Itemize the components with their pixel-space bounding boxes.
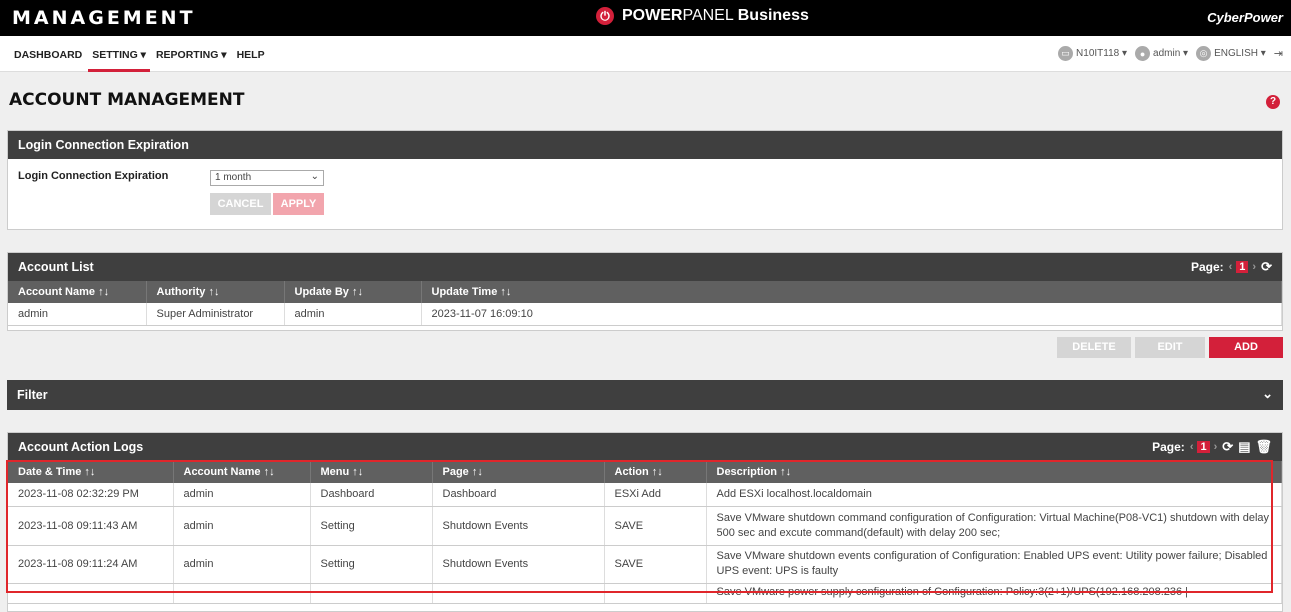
user-icon: ● (1135, 46, 1151, 61)
brand-logo: ⏻ POWER PANEL Business (596, 7, 809, 25)
delete-button[interactable]: DELETE (1057, 337, 1131, 358)
next-page-icon[interactable]: › (1214, 441, 1218, 453)
refresh-icon[interactable]: ⟳ (1222, 439, 1233, 455)
pager: Page: ‹ 1 › ⟳ ▤ 🗑 (1152, 439, 1272, 455)
save-icon[interactable]: ▤ (1238, 439, 1250, 455)
col-description[interactable]: Description ↑↓ (706, 461, 1282, 483)
table-row[interactable]: admin Super Administrator admin 2023-11-… (8, 303, 1282, 326)
menu-help[interactable]: HELP (233, 36, 269, 72)
nav-right: ▭ N10IT118 ▾ ● admin ▾ ◎ ENGLISH ▾ ⇥ (1050, 46, 1283, 61)
main-menu: DASHBOARD SETTING ▾ REPORTING ▾ HELP (10, 36, 271, 72)
edit-button[interactable]: EDIT (1135, 337, 1205, 358)
col-menu[interactable]: Menu ↑↓ (310, 461, 433, 483)
col-action[interactable]: Action ↑↓ (604, 461, 707, 483)
trash-icon[interactable]: 🗑 (1255, 439, 1272, 455)
prev-page-icon[interactable]: ‹ (1190, 441, 1194, 453)
vendor-logo: CyberPower (1207, 10, 1283, 25)
server-icon: ▭ (1058, 46, 1074, 61)
next-page-icon[interactable]: › (1252, 261, 1256, 273)
add-button[interactable]: ADD (1209, 337, 1283, 358)
menu-reporting[interactable]: REPORTING ▾ (152, 36, 231, 72)
page-number[interactable]: 1 (1197, 441, 1210, 453)
col-page[interactable]: Page ↑↓ (432, 461, 605, 483)
chevron-down-icon[interactable]: ⌄ (1262, 386, 1273, 402)
user-dropdown[interactable]: ● admin ▾ (1135, 46, 1188, 61)
col-date-time[interactable]: Date & Time ↑↓ (8, 461, 174, 483)
prev-page-icon[interactable]: ‹ (1229, 261, 1233, 273)
filter-panel[interactable]: Filter ⌄ (7, 380, 1283, 410)
account-list-panel: Account List Page: ‹ 1 › ⟳ Account Name … (7, 252, 1283, 331)
apply-button[interactable]: APPLY (273, 193, 324, 215)
expiration-label: Login Connection Expiration (18, 170, 169, 182)
table-row[interactable]: Save VMware power supply configuration o… (8, 583, 1282, 604)
panel-header: Login Connection Expiration (8, 131, 1282, 159)
col-update-by[interactable]: Update By ↑↓ (284, 281, 422, 303)
table-row[interactable]: 2023-11-08 02:32:29 PM admin Dashboard D… (8, 483, 1282, 507)
panel-header: Filter ⌄ (7, 380, 1283, 410)
power-icon: ⏻ (596, 7, 614, 25)
table-row[interactable]: 2023-11-08 09:11:24 AM admin Setting Shu… (8, 545, 1282, 584)
table-header-row: Date & Time ↑↓ Account Name ↑↓ Menu ↑↓ P… (8, 461, 1282, 483)
help-icon[interactable]: ? (1266, 95, 1280, 109)
table-header-row: Account Name ↑↓ Authority ↑↓ Update By ↑… (8, 281, 1282, 303)
globe-icon: ◎ (1196, 46, 1212, 61)
refresh-icon[interactable]: ⟳ (1261, 259, 1272, 275)
cancel-button[interactable]: CANCEL (210, 193, 271, 215)
panel-header: Account List Page: ‹ 1 › ⟳ (8, 253, 1282, 281)
expiration-select[interactable]: 1 month ⌄ (210, 170, 324, 186)
col-account-name[interactable]: Account Name ↑↓ (173, 461, 311, 483)
top-bar: MANAGEMENT ⏻ POWER PANEL Business CyberPow… (0, 0, 1291, 36)
page-number[interactable]: 1 (1236, 261, 1249, 273)
page-title: ACCOUNT MANAGEMENT (9, 90, 245, 110)
action-logs-panel: Account Action Logs Page: ‹ 1 › ⟳ ▤ 🗑 Da… (7, 432, 1283, 612)
col-update-time[interactable]: Update Time ↑↓ (421, 281, 1282, 303)
account-table: Account Name ↑↓ Authority ↑↓ Update By ↑… (8, 281, 1282, 326)
logout-icon[interactable]: ⇥ (1274, 47, 1283, 60)
col-authority[interactable]: Authority ↑↓ (146, 281, 285, 303)
host-dropdown[interactable]: ▭ N10IT118 ▾ (1058, 46, 1127, 61)
app-title: MANAGEMENT (12, 7, 196, 29)
chevron-down-icon: ⌄ (310, 171, 319, 182)
menu-dashboard[interactable]: DASHBOARD (10, 36, 86, 72)
language-dropdown[interactable]: ◎ ENGLISH ▾ (1196, 46, 1266, 61)
pager: Page: ‹ 1 › ⟳ (1190, 259, 1272, 275)
logs-table: Date & Time ↑↓ Account Name ↑↓ Menu ↑↓ P… (8, 461, 1282, 604)
panel-header: Account Action Logs Page: ‹ 1 › ⟳ ▤ 🗑 (8, 433, 1282, 461)
menu-setting[interactable]: SETTING ▾ (88, 36, 150, 72)
col-account-name[interactable]: Account Name ↑↓ (8, 281, 147, 303)
login-expiration-panel: Login Connection Expiration Login Connec… (7, 130, 1283, 230)
table-row[interactable]: 2023-11-08 09:11:43 AM admin Setting Shu… (8, 506, 1282, 546)
nav-bar: DASHBOARD SETTING ▾ REPORTING ▾ HELP ▭ N… (0, 36, 1291, 72)
